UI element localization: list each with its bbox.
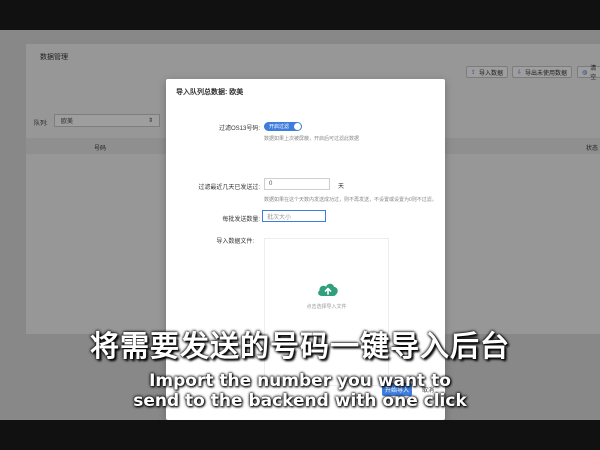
import-file-label: 导入数据文件: bbox=[216, 239, 254, 245]
dialog-title: 导入队列总数据: 欧美 bbox=[176, 89, 244, 96]
subtitle-english-line2: send to the backend with one click bbox=[133, 391, 467, 411]
filter-os13-toggle[interactable]: 开启过滤 bbox=[264, 122, 302, 131]
filter-recent-days-input[interactable]: 0 bbox=[264, 178, 330, 190]
batch-size-label: 每批发送数量: bbox=[222, 217, 260, 223]
filter-os13-hint: 数据如果上次被屏蔽，开启后可过滤此数据 bbox=[264, 136, 360, 142]
filter-recent-hint: 数据如果在这个天数内发送成功过，则不再发送，不设置或设置为0则不过滤。 bbox=[264, 197, 437, 203]
batch-size-input[interactable]: 批次大小 bbox=[262, 210, 326, 222]
upload-hint-text: 点击选择导入文件 bbox=[306, 304, 347, 310]
subtitle-english-line1: Import the number you want to bbox=[149, 371, 451, 391]
import-dialog: 导入队列总数据: 欧美 过滤OS13号码: 开启过滤 数据如果上次被屏蔽，开启后… bbox=[166, 79, 445, 420]
toggle-knob bbox=[294, 123, 301, 130]
cloud-upload-icon bbox=[318, 283, 338, 296]
filter-recent-label: 过滤最近几天已发送过: bbox=[198, 185, 260, 191]
days-unit: 天 bbox=[338, 184, 345, 190]
filter-os13-label: 过滤OS13号码: bbox=[218, 126, 260, 132]
subtitle-chinese: 将需要发送的号码一键导入后台 bbox=[89, 329, 510, 363]
